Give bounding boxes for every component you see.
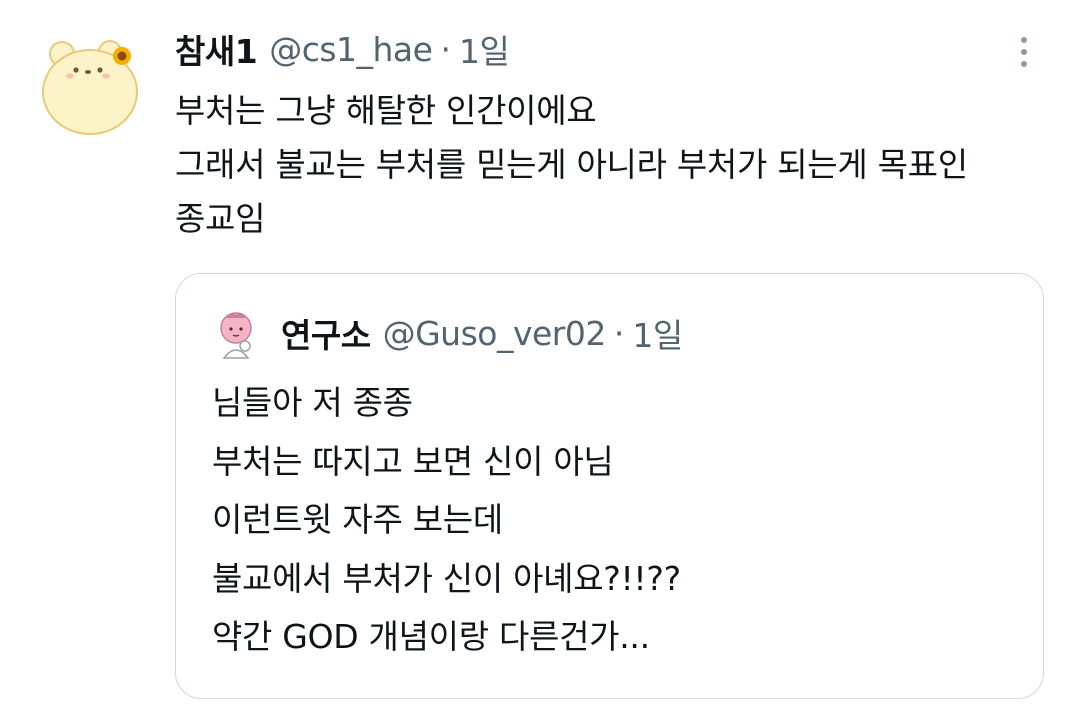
quoted-tweet-line: 이런트윗 자주 보는데 (212, 500, 503, 539)
dot-icon (1021, 49, 1027, 55)
tweet-line: 부처는 그냥 해탈한 인간이에요 (175, 91, 597, 130)
tweet-text: 부처는 그냥 해탈한 인간이에요 그래서 불교는 부처를 믿는게 아니라 부처가… (175, 84, 1055, 246)
bear-avatar-icon[interactable] (40, 32, 140, 136)
separator-dot: · (440, 29, 451, 69)
quoted-tweet-line: 불교에서 부처가 신이 아녜요?!!?? (212, 558, 681, 598)
tweet-line: 종교임 (175, 199, 266, 238)
tweet-card[interactable]: 참새1 @cs1_hae · 1일 부처는 그냥 해탈한 인간이에요 그래서 불… (0, 0, 1080, 714)
tweet-header: 참새1 @cs1_hae · 1일 (175, 24, 510, 74)
dot-icon (1021, 61, 1027, 67)
quoted-tweet-time[interactable]: 1일 (632, 309, 683, 357)
author-handle[interactable]: @cs1_hae (269, 30, 433, 69)
quoted-tweet-card[interactable]: 연구소 @Guso_ver02 · 1일 님들아 저 종종 부처는 따지고 보면… (175, 273, 1044, 699)
quoted-author-handle[interactable]: @Guso_ver02 (383, 314, 607, 353)
more-options-icon[interactable] (1008, 30, 1040, 74)
tweet-line: 그래서 불교는 부처를 믿는게 아니라 부처가 되는게 목표인 (175, 145, 968, 184)
separator-dot: · (613, 313, 625, 353)
quoted-tweet-header: 연구소 @Guso_ver02 · 1일 (281, 308, 683, 358)
quoted-tweet-text: 님들아 저 종종 부처는 따지고 보면 신이 아님 이런트윗 자주 보는데 불교… (212, 374, 1012, 667)
quoted-tweet-line: 약간 GOD 개념이랑 다른건가... (212, 617, 650, 656)
author-display-name[interactable]: 참새1 (175, 25, 258, 73)
pink-character-avatar-icon[interactable] (212, 310, 260, 360)
quoted-author-display-name[interactable]: 연구소 (281, 309, 371, 357)
quoted-tweet-line: 부처는 따지고 보면 신이 아님 (212, 441, 614, 481)
quoted-tweet-line: 님들아 저 종종 (212, 383, 413, 422)
tweet-time[interactable]: 1일 (459, 25, 510, 73)
dot-icon (1021, 37, 1027, 43)
